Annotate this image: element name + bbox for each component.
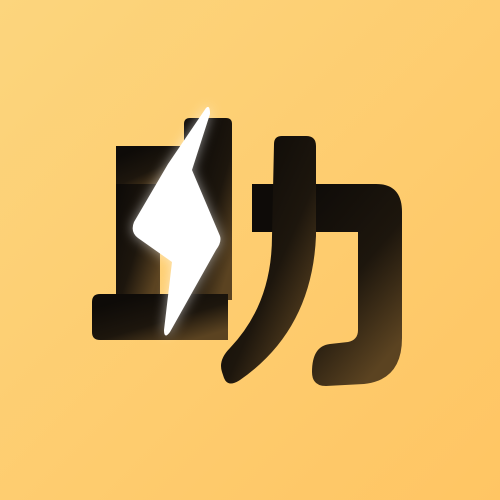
app-icon-artwork: [0, 0, 500, 500]
glyph-base-stroke: [92, 294, 228, 340]
app-icon: [0, 0, 500, 500]
icon-background: [0, 0, 500, 500]
